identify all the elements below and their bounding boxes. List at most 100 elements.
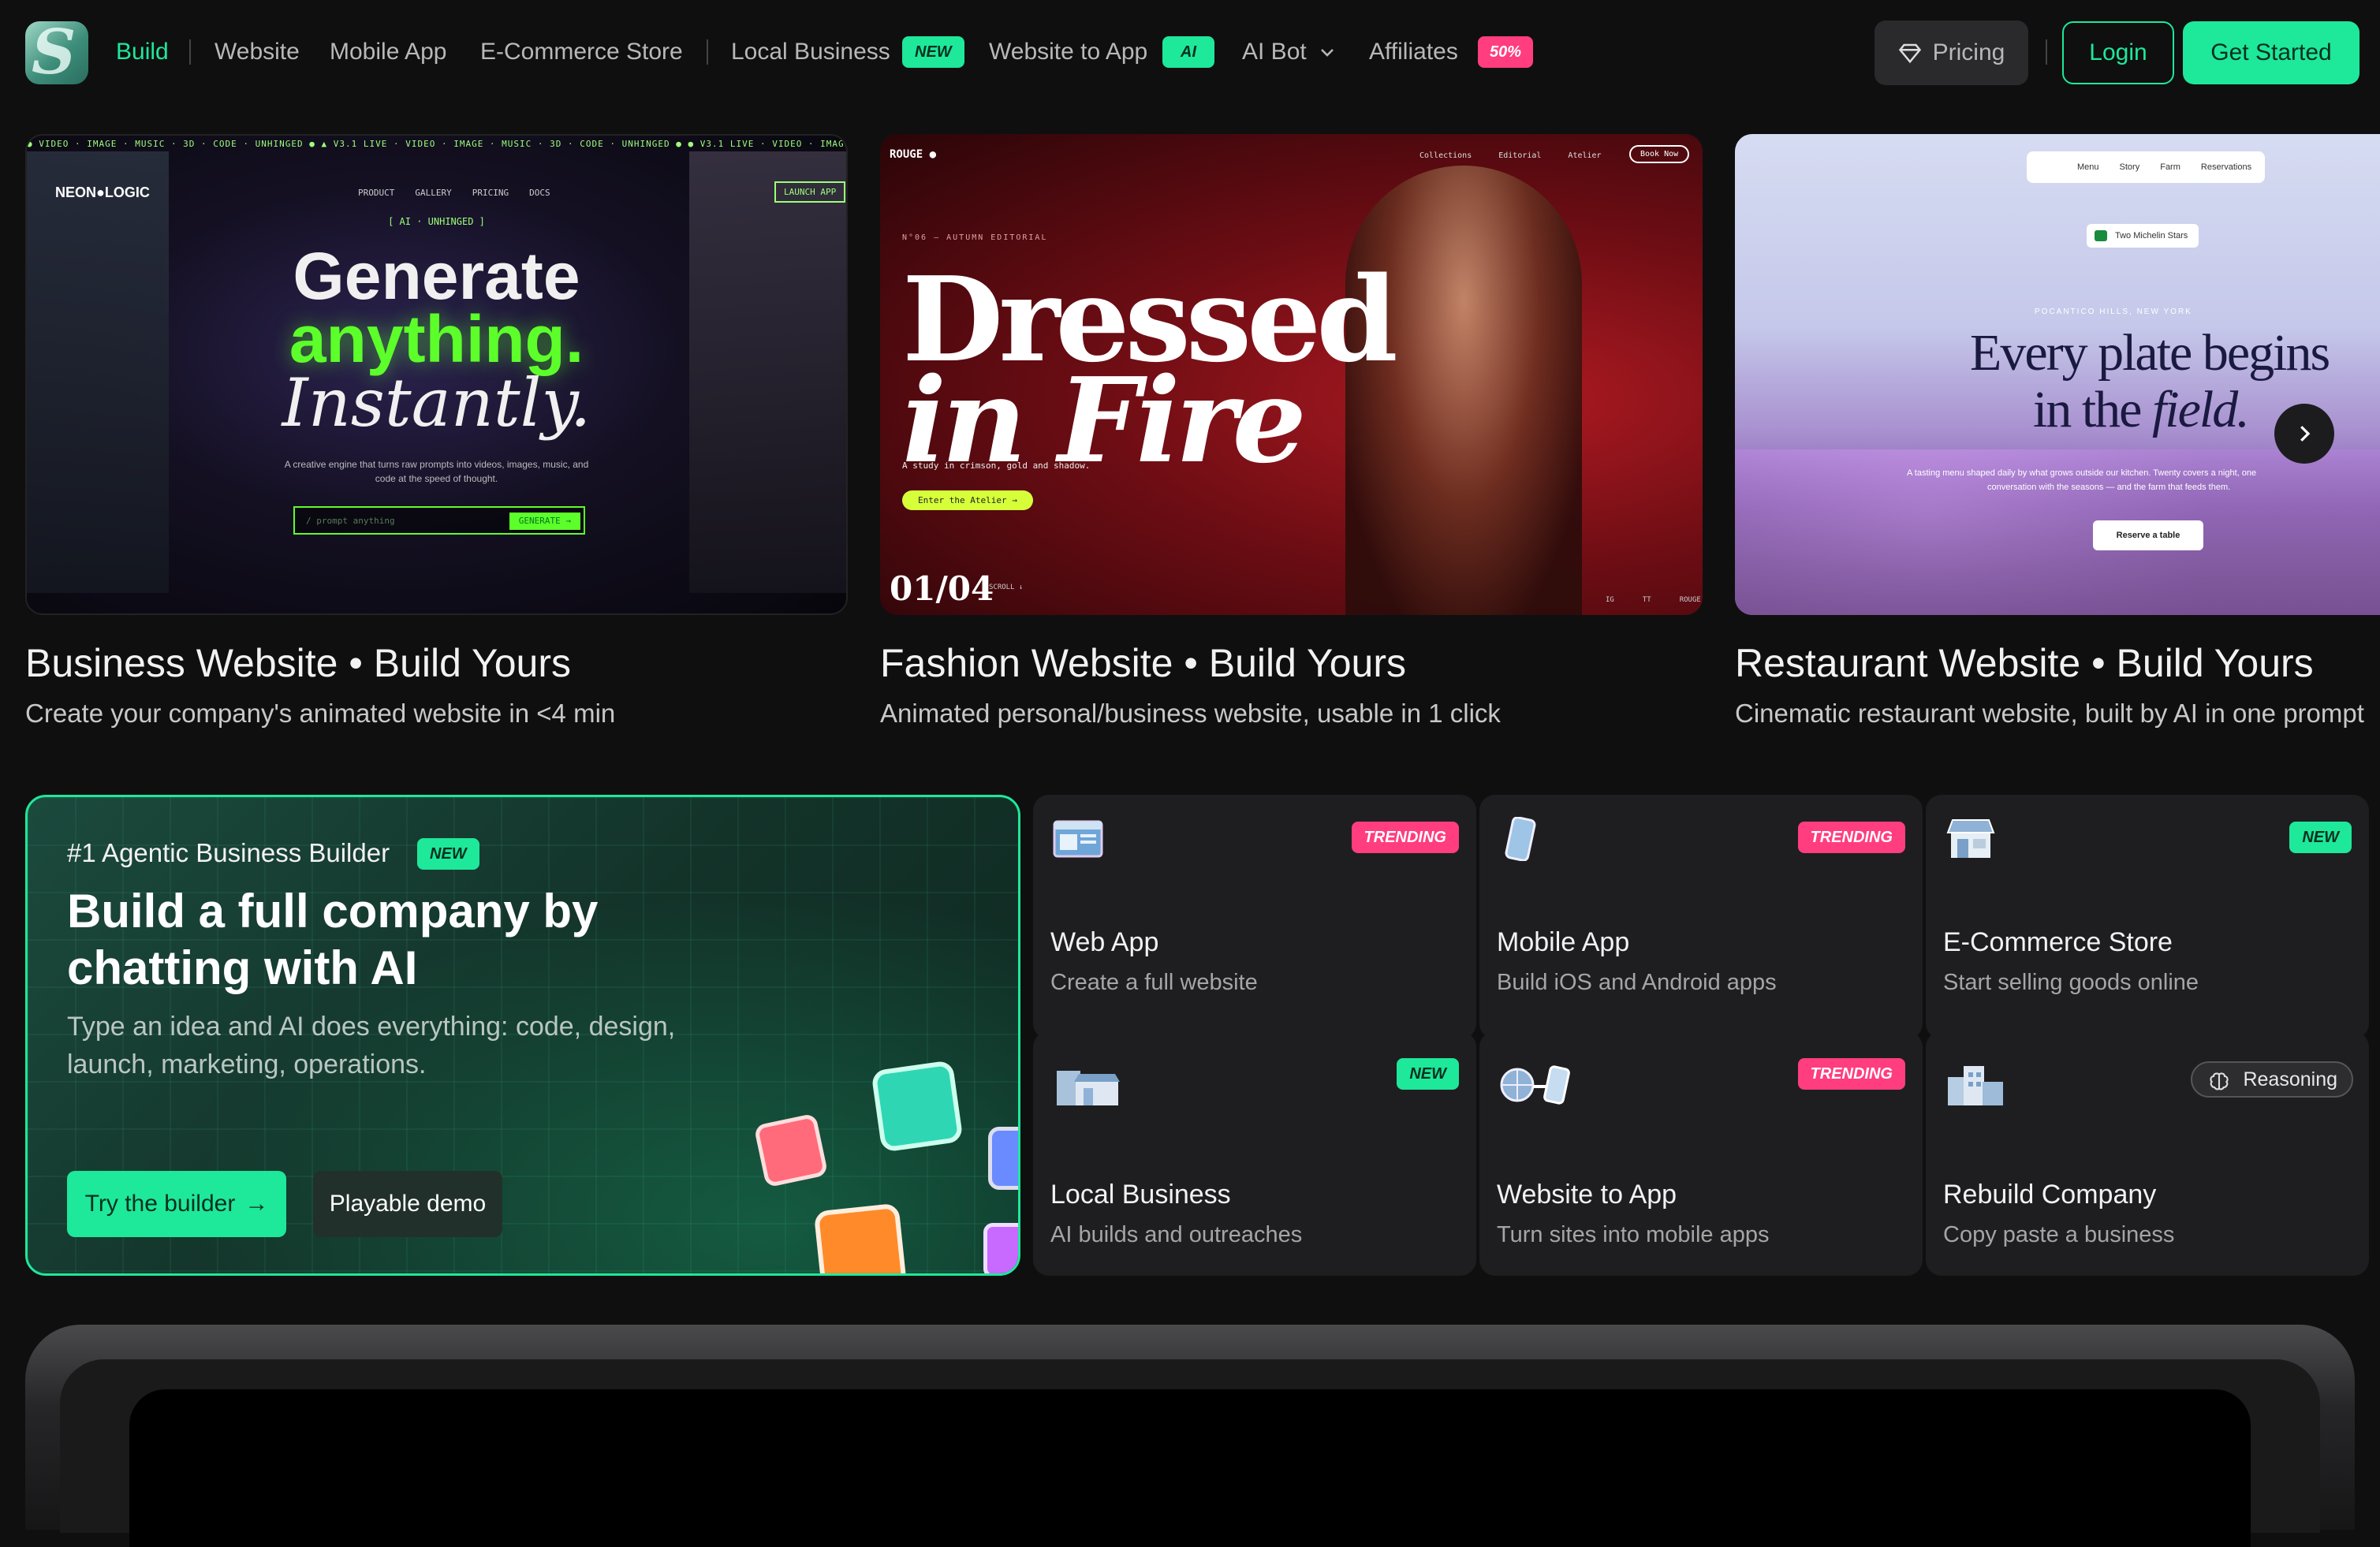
preview-menu-item: Collections	[1419, 151, 1472, 160]
nav-mobile-app[interactable]: Mobile App	[330, 32, 446, 73]
chevron-right-icon	[2300, 426, 2311, 442]
preview-brand: ROUGE ●	[890, 148, 937, 161]
nav-divider	[2046, 39, 2047, 65]
game-tile-teal-icon	[871, 1060, 964, 1153]
preview-ticker: ● VIDEO · IMAGE · MUSIC · 3D · CODE · UN…	[27, 139, 846, 149]
tile-subtitle: AI builds and outreaches	[1050, 1222, 1303, 1247]
tile-subtitle: Create a full website	[1050, 970, 1258, 995]
arrow-right-icon: →	[244, 1191, 269, 1217]
tile-title: Rebuild Company	[1943, 1180, 2157, 1210]
badge-new: NEW	[2289, 822, 2352, 853]
preview-desc: A study in crimson, gold and shadow.	[902, 460, 1091, 471]
tile-subtitle: Start selling goods online	[1943, 970, 2199, 995]
preview-enter-button: Enter the Atelier →	[902, 490, 1033, 510]
preview-desc-2: code at the speed of thought.	[375, 473, 498, 484]
tile-title: Website to App	[1497, 1180, 1677, 1210]
tile-title: Mobile App	[1497, 927, 1630, 957]
badge-trending: TRENDING	[1351, 822, 1459, 853]
preview-footer-item: TT	[1642, 596, 1651, 604]
agentic-builder-card[interactable]: #1 Agentic Business Builder NEW Build a …	[25, 795, 1020, 1276]
badge-trending: TRENDING	[1797, 822, 1905, 853]
game-tile-purple-icon	[983, 1223, 1018, 1273]
preview-headline-2-italic: field.	[2151, 381, 2250, 438]
preview-desc-2: conversation with the seasons — and the …	[1987, 483, 2231, 492]
playable-demo-button[interactable]: Playable demo	[313, 1171, 502, 1237]
app-logo[interactable]: S	[25, 21, 88, 84]
nav-affiliates[interactable]: Affiliates	[1369, 32, 1458, 73]
preview-menu: Collections Editorial Atelier	[1419, 151, 1602, 160]
preview-headline-2: in the field.	[2033, 380, 2250, 440]
tile-rebuild-company[interactable]: Reasoning Rebuild Company Copy paste a b…	[1926, 1031, 2369, 1276]
nav-website-to-app[interactable]: Website to App	[989, 32, 1147, 73]
restaurant-website-preview[interactable]: Menu Story Farm Reservations Two Michelin S…	[1735, 134, 2380, 615]
leaf-icon	[2095, 230, 2107, 241]
game-tile-blue-icon	[988, 1127, 1018, 1190]
preview-tag: [ AI · UNHINGED ]	[388, 216, 485, 227]
nav-website[interactable]: Website	[214, 32, 300, 73]
tile-mobile-app[interactable]: TRENDING Mobile App Build iOS and Androi…	[1479, 795, 1923, 1039]
preview-menu-item: Reservations	[2200, 162, 2252, 172]
browser-window-icon	[1053, 820, 1103, 858]
preview-menu-item: PRODUCT	[358, 188, 395, 198]
preview-brand: NEON●LOGIC	[55, 185, 150, 200]
tile-website-to-app[interactable]: TRENDING Website to App Turn sites into …	[1479, 1031, 1923, 1276]
hero-eyebrow: #1 Agentic Business Builder	[67, 838, 390, 867]
nav-local-business[interactable]: Local Business	[731, 32, 890, 73]
preview-headline-2-text: in the	[2033, 381, 2142, 438]
preview-menu-item: Story	[2119, 162, 2140, 172]
fashion-website-preview[interactable]: ROUGE ● Collections Editorial Atelier Book…	[880, 134, 1703, 615]
preview-menu-item: PRICING	[472, 188, 509, 198]
laptop-frame	[25, 1325, 2355, 1547]
nav-ecommerce[interactable]: E-Commerce Store	[480, 32, 683, 73]
tile-web-app[interactable]: TRENDING Web App Create a full website	[1033, 795, 1476, 1039]
pricing-button[interactable]: Pricing	[1875, 21, 2028, 85]
fashion-website-title[interactable]: Fashion Website • Build Yours	[880, 640, 1406, 686]
brain-icon	[2210, 1072, 2229, 1090]
business-website-preview[interactable]: ● VIDEO · IMAGE · MUSIC · 3D · CODE · UN…	[25, 134, 848, 615]
game-tile-orange-icon	[813, 1202, 908, 1273]
tile-ecommerce[interactable]: NEW E-Commerce Store Start selling goods…	[1926, 795, 2369, 1039]
login-button[interactable]: Login	[2062, 21, 2174, 84]
preview-menu-item: Editorial	[1498, 151, 1542, 160]
preview-cta: LAUNCH APP	[774, 181, 846, 203]
hero-desc-1: Type an idea and AI does everything: cod…	[67, 1012, 676, 1042]
preview-menu-item: DOCS	[529, 188, 550, 198]
nav-build[interactable]: Build	[116, 32, 169, 73]
logo-letter: S	[32, 21, 76, 84]
preview-footer: IG TT ROUGE	[1606, 596, 1701, 604]
get-started-button[interactable]: Get Started	[2183, 21, 2359, 84]
tile-subtitle: Turn sites into mobile apps	[1497, 1222, 1770, 1247]
tile-title: E-Commerce Store	[1943, 927, 2173, 957]
preview-desc-1: A tasting menu shaped daily by what grow…	[1907, 468, 2257, 478]
hero-title-1: Build a full company by	[67, 885, 599, 938]
office-buildings-icon	[1948, 1066, 2003, 1105]
chevron-down-icon	[1320, 49, 1334, 57]
tile-title: Web App	[1050, 927, 1159, 957]
carousel-next-button[interactable]	[2274, 404, 2334, 464]
try-builder-label: Try the builder	[84, 1191, 236, 1217]
business-website-title[interactable]: Business Website • Build Yours	[25, 640, 571, 686]
preview-cta: Book Now	[1629, 145, 1690, 163]
hero-desc-2: launch, marketing, operations.	[67, 1049, 427, 1079]
preview-scroll: SCROLL ↓	[989, 583, 1024, 591]
nav-ai-bot[interactable]: AI Bot	[1242, 32, 1337, 73]
try-builder-button[interactable]: Try the builder →	[67, 1171, 286, 1237]
preview-menu: PRODUCT GALLERY PRICING DOCS	[358, 188, 550, 198]
badge-new: NEW	[902, 36, 964, 68]
badge-new: NEW	[417, 838, 479, 870]
globe-to-phone-icon	[1500, 1065, 1570, 1105]
fashion-website-subtitle: Animated personal/business website, usab…	[880, 699, 1501, 728]
preview-headline-1: Every plate begins	[1970, 324, 2330, 382]
tile-title: Local Business	[1050, 1180, 1231, 1210]
preview-menu-item: GALLERY	[415, 188, 452, 198]
tile-local-business[interactable]: NEW Local Business AI builds and outreac…	[1033, 1031, 1476, 1276]
preview-reserve-button: Reserve a table	[2093, 520, 2203, 550]
preview-headline-3: Instantly.	[282, 364, 591, 442]
game-tile-red-icon	[753, 1113, 829, 1188]
tile-subtitle: Copy paste a business	[1943, 1222, 2175, 1247]
preview-generate-button: GENERATE →	[509, 513, 580, 530]
restaurant-website-title[interactable]: Restaurant Website • Build Yours	[1735, 640, 2380, 686]
nav-divider	[189, 39, 191, 65]
shop-building-icon	[1057, 1071, 1120, 1105]
preview-desc-1: A creative engine that turns raw prompts…	[284, 459, 589, 470]
